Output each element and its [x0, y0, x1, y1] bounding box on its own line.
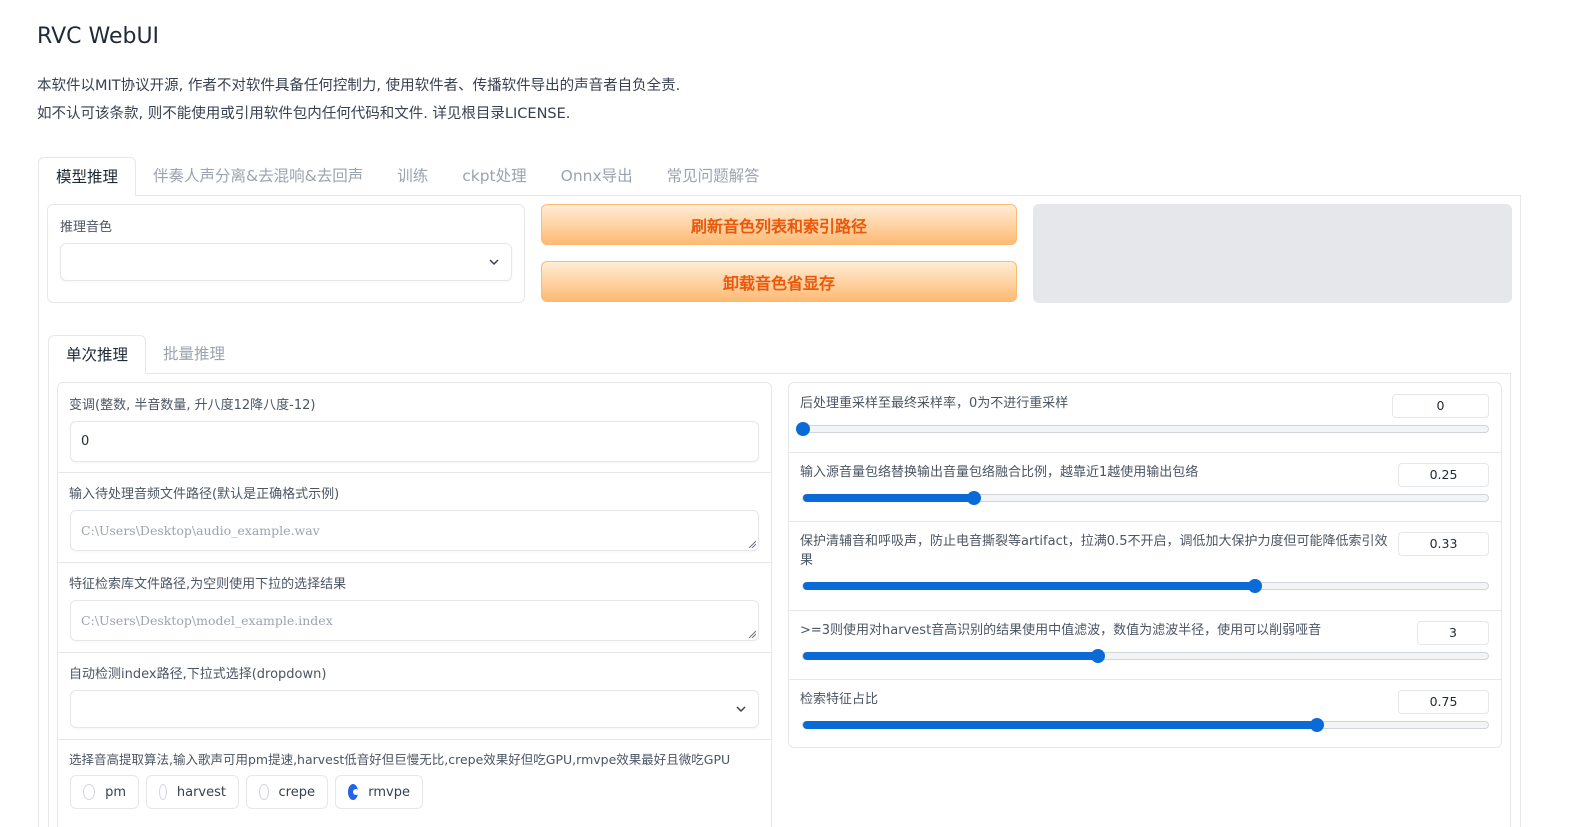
rms-mix-slider-row: 输入源音量包络替换输出音量包络融合比例，越靠近1越使用输出包络 0.25 — [789, 452, 1501, 521]
inference-mode-tabs: 单次推理 批量推理 — [48, 335, 242, 374]
filter-radius-slider-row: >=3则使用对harvest音高识别的结果使用中值滤波，数值为滤波半径，使用可以… — [789, 610, 1501, 679]
audio-path-label: 输入待处理音频文件路径(默认是正确格式示例) — [69, 487, 340, 502]
f0-option-rmvpe[interactable]: rmvpe — [335, 775, 423, 809]
main-tabs: 模型推理 伴奏人声分离&去混响&去回声 训练 ckpt处理 Onnx导出 常见问… — [38, 157, 777, 196]
inference-inputs-column: 变调(整数, 半音数量, 升八度12降八度-12) 0 输入待处理音频文件路径(… — [57, 382, 772, 827]
protect-label: 保护清辅音和呼吸声，防止电音撕裂等artifact，拉满0.5不开启，调低加大保… — [800, 534, 1388, 568]
f0-option-crepe[interactable]: crepe — [246, 775, 328, 809]
f0-method-label: 选择音高提取算法,输入歌声可用pm提速,harvest低音好但巨慢无比,crep… — [69, 752, 731, 767]
tab-training[interactable]: 训练 — [380, 157, 445, 196]
voice-label: 推理音色 — [60, 220, 113, 235]
model-info-placeholder — [1033, 204, 1512, 303]
filter-radius-slider[interactable] — [802, 649, 1489, 663]
tab-vocal-separation[interactable]: 伴奏人声分离&去混响&去回声 — [136, 157, 380, 196]
resample-slider[interactable] — [796, 422, 1489, 436]
auto-index-label: 自动检测index路径,下拉式选择(dropdown) — [69, 667, 327, 682]
tab-model-inference[interactable]: 模型推理 — [38, 157, 137, 196]
tab-onnx-export[interactable]: Onnx导出 — [544, 157, 650, 196]
resize-grip-icon[interactable] — [748, 630, 756, 638]
license-notice-line1: 本软件以MIT协议开源, 作者不对软件具备任何控制力, 使用软件者、传播软件导出… — [37, 78, 681, 94]
rms-mix-slider[interactable] — [802, 491, 1489, 505]
radio-checked-icon — [348, 784, 360, 800]
protect-number-input[interactable]: 0.33 — [1398, 532, 1489, 556]
index-path-input[interactable]: C:\Users\Desktop\model_example.index — [70, 600, 759, 641]
tab-faq[interactable]: 常见问题解答 — [650, 157, 777, 196]
slider-fill — [803, 582, 1256, 590]
tab-ckpt[interactable]: ckpt处理 — [445, 157, 543, 196]
transpose-value: 0 — [81, 434, 90, 449]
index-rate-number-input[interactable]: 0.75 — [1398, 690, 1489, 714]
auto-index-dropdown[interactable] — [70, 690, 759, 728]
rms-mix-number-input[interactable]: 0.25 — [1398, 463, 1489, 487]
slider-fill — [803, 494, 975, 502]
index-rate-slider[interactable] — [802, 718, 1489, 732]
unload-voice-button[interactable]: 卸载音色省显存 — [541, 261, 1017, 302]
index-path-label: 特征检索库文件路径,为空则使用下拉的选择结果 — [69, 577, 347, 592]
app-title: RVC WebUI — [37, 24, 160, 49]
index-rate-slider-row: 检索特征占比 0.75 — [789, 679, 1501, 748]
slider-thumb[interactable] — [967, 491, 982, 505]
rms-mix-label: 输入源音量包络替换输出音量包络融合比例，越靠近1越使用输出包络 — [800, 465, 1199, 480]
radio-icon — [159, 784, 167, 800]
tab-single-inference[interactable]: 单次推理 — [48, 335, 147, 374]
slider-thumb[interactable] — [796, 422, 810, 436]
refresh-voices-button[interactable]: 刷新音色列表和索引路径 — [541, 204, 1017, 245]
inference-params-column: 后处理重采样至最终采样率，0为不进行重采样 0 输入源音量包络替换输出音量包络融… — [788, 382, 1502, 748]
tab-batch-inference[interactable]: 批量推理 — [146, 335, 242, 374]
slider-fill — [803, 652, 1098, 660]
resample-slider-row: 后处理重采样至最终采样率，0为不进行重采样 0 — [789, 383, 1501, 452]
protect-slider[interactable] — [802, 579, 1489, 593]
audio-path-input[interactable]: C:\Users\Desktop\audio_example.wav — [70, 510, 759, 551]
slider-fill — [803, 721, 1317, 729]
radio-icon — [83, 784, 96, 800]
slider-thumb[interactable] — [1309, 718, 1324, 732]
index-path-placeholder: C:\Users\Desktop\model_example.index — [81, 613, 333, 628]
radio-icon — [259, 784, 269, 800]
resample-label: 后处理重采样至最终采样率，0为不进行重采样 — [800, 396, 1069, 411]
chevron-down-icon — [736, 706, 746, 713]
resize-grip-icon[interactable] — [748, 540, 756, 548]
transpose-label: 变调(整数, 半音数量, 升八度12降八度-12) — [69, 398, 316, 413]
voice-dropdown[interactable] — [60, 243, 512, 281]
resample-number-input[interactable]: 0 — [1392, 394, 1489, 418]
chevron-down-icon — [489, 259, 499, 266]
f0-option-harvest[interactable]: harvest — [146, 775, 239, 809]
audio-path-placeholder: C:\Users\Desktop\audio_example.wav — [81, 523, 320, 538]
voice-select-card: 推理音色 — [47, 204, 525, 303]
f0-option-pm[interactable]: pm — [70, 775, 139, 809]
transpose-input[interactable]: 0 — [70, 421, 759, 462]
filter-radius-number-input[interactable]: 3 — [1417, 621, 1489, 645]
filter-radius-label: >=3则使用对harvest音高识别的结果使用中值滤波，数值为滤波半径，使用可以… — [800, 623, 1322, 638]
slider-thumb[interactable] — [1090, 649, 1105, 663]
protect-slider-row: 保护清辅音和呼吸声，防止电音撕裂等artifact，拉满0.5不开启，调低加大保… — [789, 521, 1501, 610]
license-notice-line2: 如不认可该条款, 则不能使用或引用软件包内任何代码和文件. 详见根目录LICEN… — [37, 106, 571, 122]
index-rate-label: 检索特征占比 — [800, 692, 879, 707]
slider-thumb[interactable] — [1248, 579, 1263, 593]
